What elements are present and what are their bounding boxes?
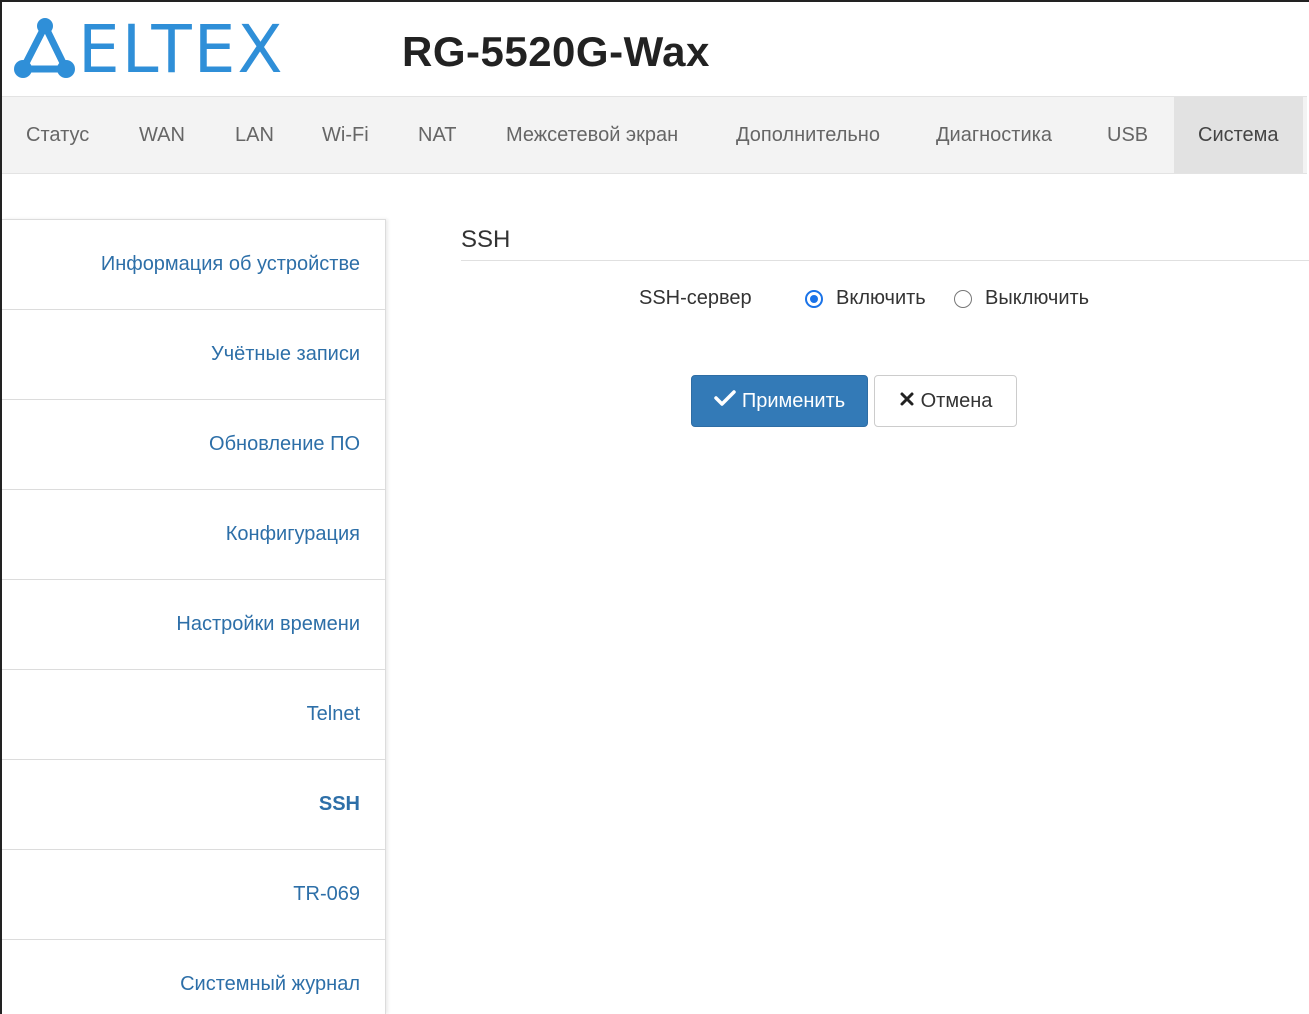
- sidebar-item-telnet[interactable]: Telnet: [2, 669, 385, 759]
- sidebar-item-accounts[interactable]: Учётные записи: [2, 309, 385, 399]
- cancel-label: Отмена: [920, 389, 993, 412]
- ssh-server-row: SSH-сервер Включить Выключить: [0, 286, 1309, 312]
- tab-diagnostics[interactable]: Диагностика: [936, 97, 1052, 173]
- ssh-enable-radio[interactable]: [805, 290, 823, 308]
- sidebar-item-ssh[interactable]: SSH: [2, 759, 385, 849]
- tab-usb[interactable]: USB: [1107, 97, 1148, 173]
- apply-label: Применить: [741, 389, 846, 412]
- page-title: SSH: [461, 226, 511, 253]
- sidebar-item-system-log[interactable]: Системный журнал: [2, 939, 385, 1014]
- ssh-disable-label[interactable]: Выключить: [985, 287, 1089, 310]
- eltex-logo-icon: [14, 18, 76, 82]
- tab-firewall[interactable]: Межсетевой экран: [506, 97, 678, 173]
- sidebar-item-configuration[interactable]: Конфигурация: [2, 489, 385, 579]
- eltex-logo[interactable]: ELTEX: [14, 11, 285, 88]
- device-model-title: RG-5520G-Wax: [402, 28, 710, 75]
- tab-nat[interactable]: NAT: [418, 97, 457, 173]
- logo-text: ELTEX: [78, 11, 285, 88]
- sidebar: Информация об устройстве Учётные записи …: [2, 219, 386, 1014]
- tab-system[interactable]: Система: [1174, 97, 1303, 173]
- tab-wan[interactable]: WAN: [139, 97, 185, 173]
- sidebar-item-time-settings[interactable]: Настройки времени: [2, 579, 385, 669]
- close-icon: [899, 390, 915, 413]
- tab-wifi[interactable]: Wi-Fi: [322, 97, 369, 173]
- check-icon: [714, 389, 736, 413]
- tab-advanced[interactable]: Дополнительно: [736, 97, 880, 173]
- tab-lan[interactable]: LAN: [235, 97, 274, 173]
- tab-status[interactable]: Статус: [26, 97, 89, 173]
- ssh-server-label: SSH-сервер: [639, 287, 752, 309]
- cancel-button[interactable]: Отмена: [874, 375, 1017, 427]
- sidebar-item-tr069[interactable]: TR-069: [2, 849, 385, 939]
- title-divider: [461, 260, 1309, 261]
- top-navigation: Статус WAN LAN Wi-Fi NAT Межсетевой экра…: [2, 96, 1307, 174]
- apply-button[interactable]: Применить: [691, 375, 868, 427]
- sidebar-item-firmware-update[interactable]: Обновление ПО: [2, 399, 385, 489]
- ssh-enable-label[interactable]: Включить: [836, 287, 926, 310]
- ssh-disable-radio[interactable]: [954, 290, 972, 308]
- header: ELTEX RG-5520G-Wax: [2, 2, 1307, 96]
